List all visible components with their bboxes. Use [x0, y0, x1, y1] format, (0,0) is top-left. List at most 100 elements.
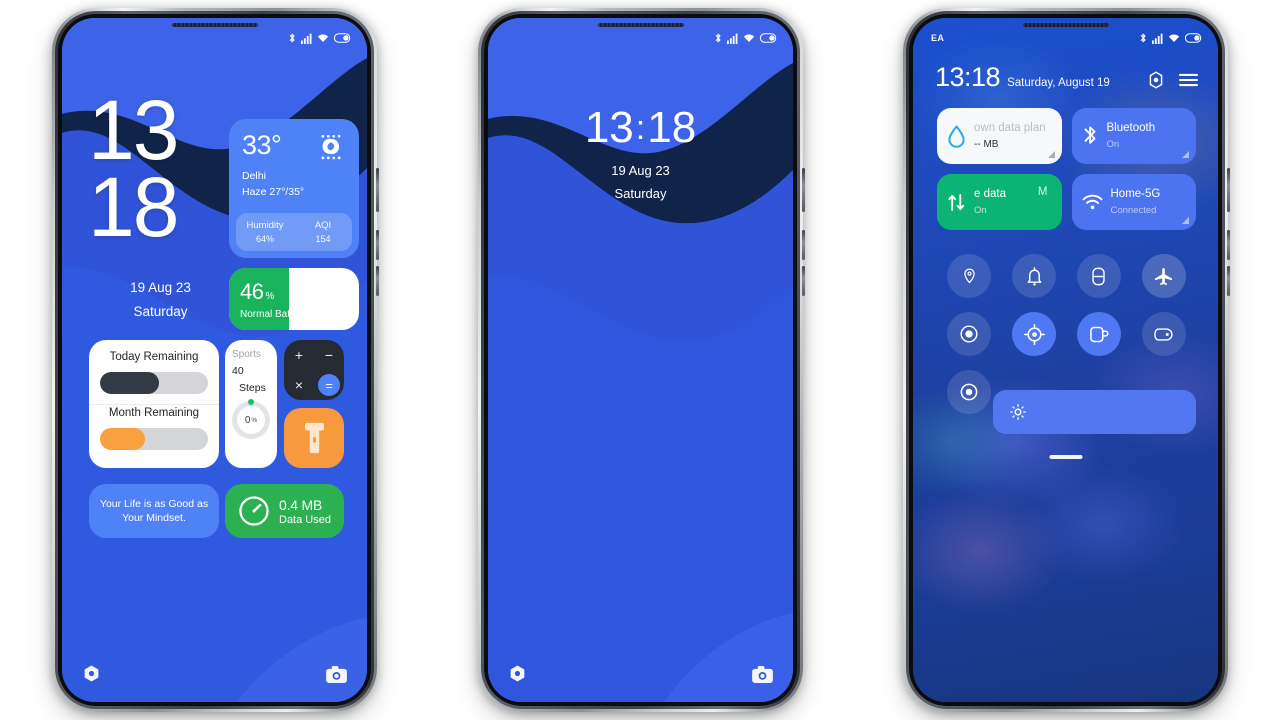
toggle-location[interactable]: [947, 254, 992, 298]
toggle-gps[interactable]: [1012, 312, 1057, 356]
phone1-screen: 13 18 19 Aug 23 Saturday 33° Delhi Haze …: [62, 18, 367, 702]
tile-subtitle: Connected: [1110, 204, 1157, 216]
volume-up-button[interactable]: [376, 230, 379, 260]
cast-screen-icon: [1090, 326, 1109, 342]
bell-icon: [1027, 266, 1042, 286]
battery-widget[interactable]: 46% Normal Battery: [229, 268, 359, 330]
sports-ring: 0%: [232, 399, 270, 439]
tile-mobile-data[interactable]: e data On M: [937, 174, 1062, 230]
bluetooth-icon: [1140, 33, 1146, 42]
record-circle-icon: [960, 325, 978, 343]
power-button[interactable]: [802, 168, 805, 212]
calculator-widget[interactable]: + − × =: [284, 340, 344, 400]
settings-gear-icon[interactable]: [1147, 71, 1165, 89]
data-transfer-icon: [948, 193, 965, 211]
power-button[interactable]: [376, 168, 379, 212]
month-remaining-label: Month Remaining: [108, 407, 200, 419]
gps-target-icon: [1023, 323, 1045, 345]
carrier-label: EA: [931, 33, 945, 43]
sun-icon: [1010, 404, 1026, 420]
data-used-text: 0.4 MB Data Used: [279, 497, 331, 526]
cc-tile-grid: own data plan -- MB Bluetooth On e data …: [937, 108, 1196, 230]
tile-bluetooth[interactable]: Bluetooth On: [1071, 108, 1196, 164]
toggle-auto-rotate[interactable]: [1076, 254, 1121, 298]
camera-shortcut-icon[interactable]: [326, 666, 347, 688]
weather-widget[interactable]: 33° Delhi Haze 27°/35° Humidity 64% AQI …: [229, 119, 359, 258]
calc-plus-key[interactable]: +: [295, 348, 303, 362]
phone-home-screen: 13 18 19 Aug 23 Saturday 33° Delhi Haze …: [52, 8, 379, 712]
calc-times-key[interactable]: ×: [295, 378, 303, 392]
battery-reading: 46%: [240, 279, 274, 305]
quote-widget[interactable]: Your Life is as Good as Your Mindset.: [89, 484, 219, 538]
tile-wifi[interactable]: Home-5G Connected: [1071, 174, 1196, 230]
tile-title: own data plan: [974, 122, 1046, 135]
aqi-cell: AQI 154: [294, 220, 352, 244]
lock-date: 19 Aug 23: [611, 163, 670, 178]
signal-icon: [1152, 33, 1163, 44]
lock-minute: 18: [647, 103, 697, 152]
volume-down-button[interactable]: [1227, 266, 1230, 296]
lock-hour: 13: [584, 103, 634, 152]
brightness-slider[interactable]: [993, 390, 1196, 434]
flashlight-icon: [304, 422, 324, 454]
camera-shortcut-icon[interactable]: [752, 666, 773, 688]
sports-widget[interactable]: Sports 40 Steps 0%: [225, 340, 277, 468]
quote-text: Your Life is as Good as Your Mindset.: [99, 497, 209, 524]
calc-equals-key[interactable]: =: [318, 374, 340, 396]
bluetooth-icon: [715, 33, 721, 42]
lock-clock-block: 13:18 19 Aug 23 Saturday: [488, 106, 793, 202]
toggle-sound[interactable]: [1012, 254, 1057, 298]
earpiece-speaker: [1022, 23, 1109, 27]
bluetooth-icon: [1084, 126, 1095, 144]
tile-title: e data: [974, 188, 1006, 201]
battery-label: Normal Battery: [240, 309, 307, 320]
calc-minus-key[interactable]: −: [325, 348, 333, 362]
flashlight-widget[interactable]: [284, 408, 344, 468]
flashlight-shortcut-icon[interactable]: [82, 664, 101, 688]
divider: [89, 404, 219, 405]
tile-subtitle: -- MB: [974, 138, 999, 150]
remaining-widget[interactable]: Today Remaining Month Remaining: [89, 340, 219, 468]
volume-up-button[interactable]: [1227, 230, 1230, 260]
tile-expand-corner[interactable]: [1182, 151, 1189, 158]
tile-subtitle: On: [1106, 138, 1120, 150]
power-button[interactable]: [1227, 168, 1230, 212]
tile-data-plan[interactable]: own data plan -- MB: [937, 108, 1062, 164]
cc-date: Saturday, August 19: [1007, 77, 1110, 89]
toggle-screen-recorder[interactable]: [947, 312, 992, 356]
tile-text: Bluetooth On: [1107, 122, 1156, 150]
wifi-icon: [1168, 33, 1180, 42]
tile-expand-corner[interactable]: [1047, 151, 1055, 158]
weather-details: Humidity 64% AQI 154: [236, 213, 352, 251]
status-icons: [1139, 33, 1202, 44]
wifi-icon: [1082, 194, 1102, 209]
data-used-widget[interactable]: 0.4 MB Data Used: [225, 484, 344, 538]
menu-icon[interactable]: [1179, 73, 1198, 87]
status-icons: [714, 33, 777, 44]
volume-down-button[interactable]: [376, 266, 379, 296]
flashlight-shortcut-icon[interactable]: [508, 664, 527, 688]
home-weekday: Saturday: [133, 303, 188, 319]
month-remaining-bar: [100, 428, 208, 450]
signal-icon: [727, 33, 738, 44]
tile-expand-corner[interactable]: [1182, 217, 1189, 224]
tile-title: Home-5G: [1110, 188, 1161, 201]
haze-icon: [313, 133, 349, 168]
battery-icon: [334, 33, 351, 43]
toggle-reading-mode[interactable]: [1141, 312, 1186, 356]
lock-clock: 13:18: [488, 106, 793, 150]
aqi-label: AQI: [314, 220, 332, 231]
volume-up-button[interactable]: [802, 230, 805, 260]
weather-main: 33° Delhi Haze 27°/35°: [229, 119, 359, 213]
home-clock: 13 18: [88, 88, 179, 250]
data-used-label: Data Used: [279, 513, 331, 526]
sports-title: Sports: [232, 349, 261, 360]
toggle-cast[interactable]: [1076, 312, 1121, 356]
volume-down-button[interactable]: [802, 266, 805, 296]
battery-value: 46: [240, 279, 264, 304]
month-remaining-fill: [100, 428, 146, 450]
toggle-airplane-mode[interactable]: [1141, 254, 1186, 298]
humidity-value: 64%: [255, 234, 274, 244]
aqi-value: 154: [315, 234, 331, 244]
drag-handle[interactable]: [1049, 455, 1082, 459]
